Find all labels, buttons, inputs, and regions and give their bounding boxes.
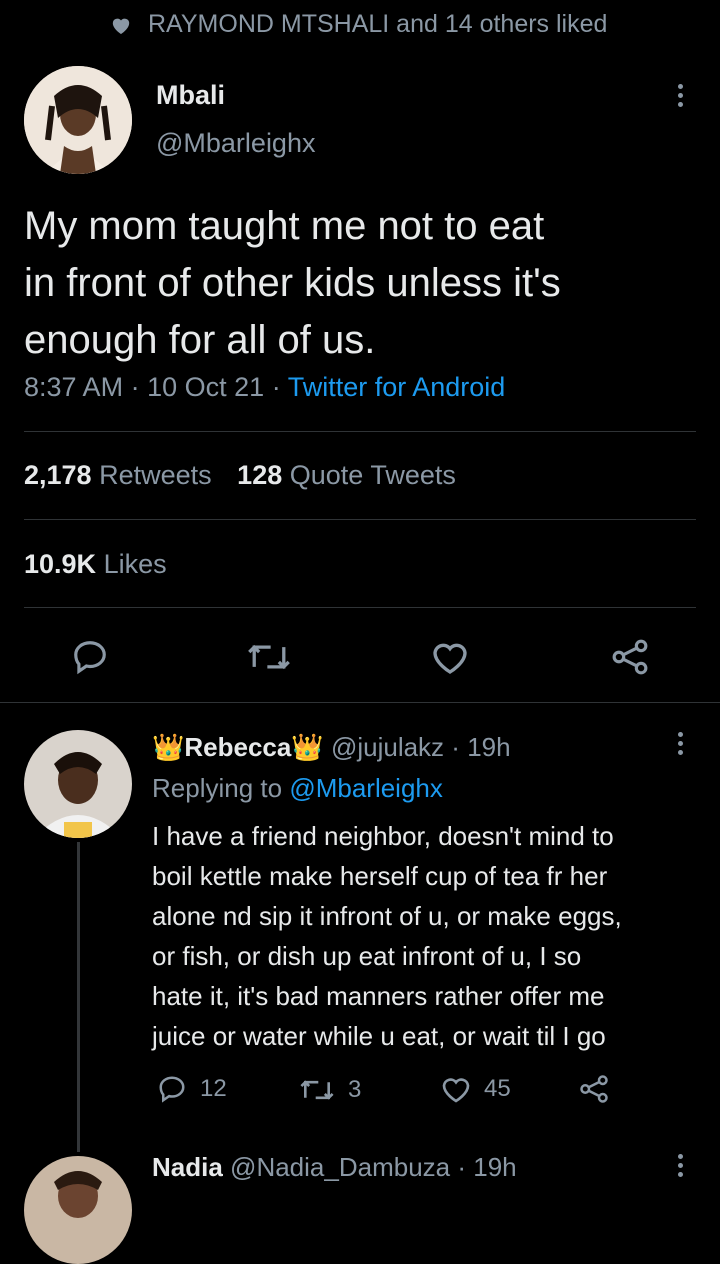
reply-time: 19h [467,732,511,762]
reply-icon [159,1076,185,1103]
reply-text-line: hate it, it's bad manners rather offer m… [152,981,605,1011]
liked-banner-text: RAYMOND MTSHALI and 14 others liked [148,10,608,38]
reply-avatar[interactable] [24,730,132,838]
replying-to: Replying to @Mbarleighx [152,773,443,804]
reply2-header: Nadia @Nadia_Dambuza · 19h [152,1152,517,1183]
reply-text-line: I have a friend neighbor, doesn't mind t… [152,821,614,851]
share-icon [612,639,648,675]
divider [24,607,696,608]
reply-like-button[interactable]: 45 [440,1074,511,1104]
reply-header: 👑Rebecca👑 @jujulakz · 19h [152,732,511,763]
heart-icon [442,1078,470,1103]
reply2-author-name[interactable]: Nadia [152,1152,223,1182]
reply-reply-button[interactable]: 12 [156,1074,227,1104]
reply-count: 12 [200,1075,227,1102]
reply-author-name[interactable]: Rebecca [184,732,291,762]
likes-count: 10.9K [24,549,97,579]
separator: · [271,372,281,402]
reply-retweet-button[interactable]: 3 [298,1076,361,1104]
retweet-button[interactable] [246,640,292,674]
tweet-time: 8:37 AM [24,372,124,402]
reply-author-handle[interactable]: @jujulakz [331,732,444,762]
author-name[interactable]: Mbali [156,80,225,111]
tweet-text-line: in front of other kids unless it's [24,261,561,305]
tweet-timestamp: 8:37 AM · 10 Oct 21 · Twitter for Androi… [24,372,505,403]
likes-label: Likes [103,549,167,579]
reply-share-button[interactable] [578,1074,610,1104]
heart-filled-icon [110,15,132,35]
quotes-label: Quote Tweets [289,460,456,490]
reply-text-line: juice or water while u eat, or wait til … [152,1021,606,1051]
tweet-source-link[interactable]: Twitter for Android [288,372,506,402]
separator: · [130,372,140,402]
separator: · [457,1152,467,1182]
tweet-date: 10 Oct 21 [147,372,265,402]
more-options-icon[interactable] [678,84,684,111]
reply-button[interactable] [70,638,110,676]
crown-emoji: 👑 [152,732,185,762]
reply-text-line: or fish, or dish up eat infront of u, I … [152,941,582,971]
retweet-count: 3 [348,1076,362,1103]
reply-icon [74,641,106,675]
tweet-text-line: My mom taught me not to eat [24,204,545,248]
reply-text: I have a friend neighbor, doesn't mind t… [152,816,622,1056]
heart-icon [433,643,467,674]
like-button[interactable] [430,638,470,676]
reply-text-line: alone nd sip it infront of u, or make eg… [152,901,622,931]
retweets-count: 2,178 [24,460,92,490]
reply2-avatar[interactable] [24,1156,132,1264]
liked-banner[interactable]: RAYMOND MTSHALI and 14 others liked [110,10,607,39]
author-handle[interactable]: @Mbarleighx [156,128,315,159]
divider [24,519,696,520]
reply2-time: 19h [473,1152,517,1182]
divider [24,431,696,432]
likes-stat[interactable]: 10.9K Likes [24,549,167,580]
retweets-stat[interactable]: 2,178 Retweets [24,460,219,490]
retweet-icon [248,644,290,670]
section-divider [0,702,720,703]
reply2-author-handle[interactable]: @Nadia_Dambuza [230,1152,450,1182]
quotes-count: 128 [237,460,283,490]
thread-line [77,842,80,1152]
engagement-stats: 2,178 Retweets 128 Quote Tweets [24,460,456,491]
reply-text-line: boil kettle make herself cup of tea fr h… [152,861,608,891]
like-count: 45 [484,1075,511,1102]
share-icon [580,1075,608,1103]
separator: · [451,732,460,762]
reply-more-options-icon[interactable] [678,732,684,759]
share-button[interactable] [610,638,650,676]
replying-to-prefix: Replying to [152,773,283,803]
retweets-label: Retweets [99,460,212,490]
quotes-stat[interactable]: 128 Quote Tweets [237,460,456,490]
retweet-icon [300,1080,334,1100]
tweet-text-line: enough for all of us. [24,318,376,362]
tweet-text: My mom taught me not to eat in front of … [24,198,561,369]
crown-emoji: 👑 [291,732,324,762]
reply2-more-options-icon[interactable] [678,1154,684,1181]
replying-to-handle[interactable]: @Mbarleighx [289,773,443,803]
author-avatar[interactable] [24,66,132,174]
